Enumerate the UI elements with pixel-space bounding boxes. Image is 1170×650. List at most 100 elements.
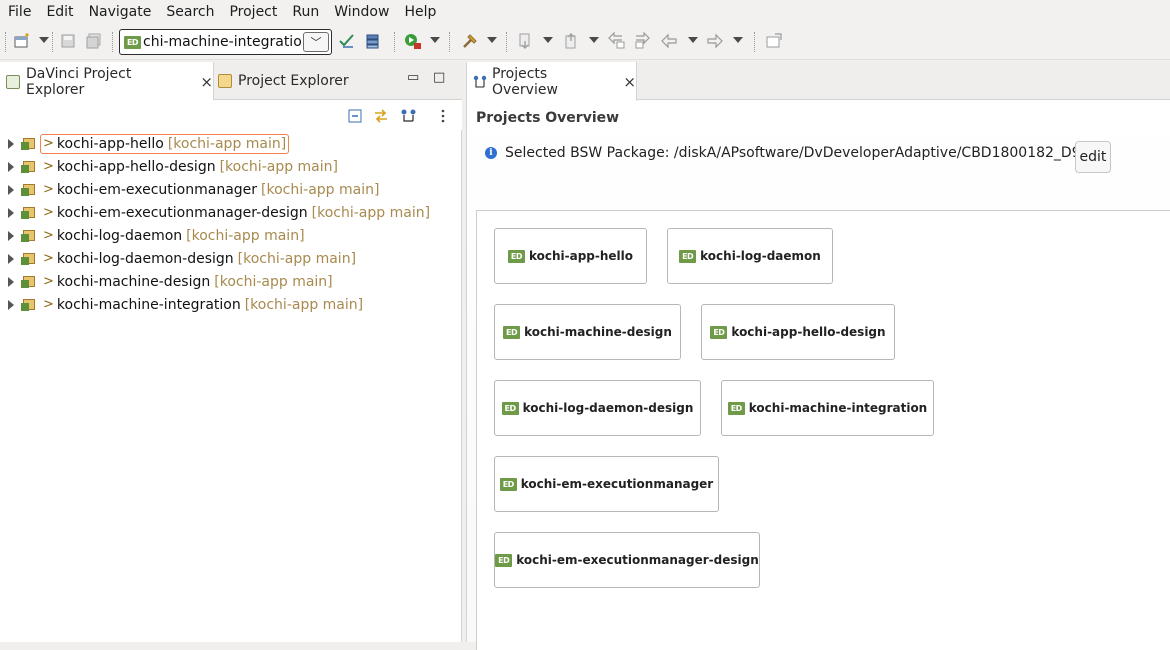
tree-item[interactable]: > kochi-em-executionmanager-design [koch… [0, 201, 460, 224]
git-prefix: > [43, 205, 54, 220]
forward-arrow-icon[interactable] [706, 32, 724, 50]
project-card[interactable]: ED kochi-machine-integration [721, 380, 934, 436]
collapse-all-icon[interactable] [347, 108, 363, 124]
project-icon [21, 182, 38, 198]
project-card[interactable]: ED kochi-em-executionmanager-design [494, 532, 760, 588]
previous-annotation-icon[interactable] [563, 32, 581, 50]
tree-item[interactable]: > kochi-app-hello [kochi-app main] [0, 132, 460, 155]
menu-run[interactable]: Run [284, 0, 319, 24]
tree-item-label-selected[interactable]: > kochi-app-hello [kochi-app main] [40, 133, 290, 154]
edit-button[interactable]: edit [1075, 141, 1111, 173]
save-icon[interactable] [59, 32, 77, 50]
expand-arrow-icon[interactable] [8, 253, 14, 264]
git-prefix: > [43, 136, 54, 151]
project-cards-area: ED kochi-app-hello ED kochi-log-daemon E… [476, 210, 1170, 650]
expand-arrow-icon[interactable] [8, 184, 14, 195]
tab-davinci-project-explorer[interactable]: DaVinci Project Explorer × [0, 62, 214, 101]
menu-navigate[interactable]: Navigate [81, 0, 152, 24]
right-tab-bar: Projects Overview × [467, 62, 1170, 101]
project-card-label: kochi-machine-integration [748, 401, 928, 415]
tree-item-label[interactable]: > kochi-machine-design [kochi-app main] [40, 272, 336, 292]
menu-project[interactable]: Project [221, 0, 277, 24]
new-icon[interactable] [13, 32, 31, 50]
project-card[interactable]: ED kochi-em-executionmanager [494, 456, 719, 512]
tree-item-label[interactable]: > kochi-em-executionmanager-design [koch… [40, 203, 433, 223]
project-tree: > kochi-app-hello [kochi-app main] > koc… [0, 132, 460, 316]
hammer-dropdown-arrow[interactable] [487, 37, 497, 43]
filter-tree-icon[interactable] [400, 108, 416, 124]
menu-help[interactable]: Help [396, 0, 436, 24]
menu-search[interactable]: Search [158, 0, 214, 24]
hammer-icon[interactable] [461, 32, 479, 50]
menu-file[interactable]: File [0, 0, 31, 24]
back-dropdown-arrow[interactable] [688, 37, 698, 43]
davinci-project-icon: ED [679, 249, 697, 263]
project-card-label: kochi-em-executionmanager [520, 477, 714, 491]
pin-editor-icon[interactable] [765, 32, 783, 50]
git-prefix: > [43, 228, 54, 243]
menu-edit[interactable]: Edit [38, 0, 73, 24]
tree-item-label[interactable]: > kochi-log-daemon [kochi-app main] [40, 226, 308, 246]
run-dropdown-arrow[interactable] [430, 37, 440, 43]
close-icon[interactable]: × [200, 73, 213, 91]
tab-project-explorer[interactable]: Project Explorer [218, 62, 368, 100]
tree-item-label[interactable]: > kochi-log-daemon-design [kochi-app mai… [40, 249, 359, 269]
expand-arrow-icon[interactable] [8, 207, 14, 218]
project-card[interactable]: ED kochi-app-hello-design [701, 304, 895, 360]
view-menu-icon[interactable] [435, 108, 451, 124]
tree-item-name: kochi-machine-design [56, 273, 211, 290]
tree-item[interactable]: > kochi-machine-integration [kochi-app m… [0, 293, 460, 316]
project-selector-combo[interactable]: ED chi-machine-integration ﹀ [119, 29, 332, 55]
forward-dropdown-arrow[interactable] [733, 37, 743, 43]
expand-arrow-icon[interactable] [8, 230, 14, 241]
tree-item-name: kochi-em-executionmanager [56, 181, 258, 198]
tree-item-label[interactable]: > kochi-machine-integration [kochi-app m… [40, 295, 366, 315]
tree-item-decoration: [kochi-app main] [186, 227, 305, 244]
generate-stack-icon[interactable] [364, 32, 382, 50]
expand-arrow-icon[interactable] [8, 138, 14, 149]
tree-item[interactable]: > kochi-log-daemon [kochi-app main] [0, 224, 460, 247]
last-edit-location-icon[interactable] [608, 32, 626, 50]
project-card[interactable]: ED kochi-log-daemon [667, 228, 833, 284]
tree-item-label[interactable]: > kochi-em-executionmanager [kochi-app m… [40, 180, 382, 200]
validate-check-icon[interactable] [338, 32, 356, 50]
project-icon [21, 251, 38, 267]
project-card-label: kochi-log-daemon-design [522, 401, 694, 415]
project-card[interactable]: ED kochi-machine-design [494, 304, 681, 360]
tree-item[interactable]: > kochi-log-daemon-design [kochi-app mai… [0, 247, 460, 270]
expand-arrow-icon[interactable] [8, 276, 14, 287]
davinci-project-explorer-panel: DaVinci Project Explorer × Project Explo… [0, 62, 462, 642]
tab-projects-overview[interactable]: Projects Overview × [467, 62, 637, 101]
projects-overview-content: Projects Overview i Selected BSW Package… [467, 101, 1170, 650]
toolbar-separator [112, 32, 113, 52]
tree-item[interactable]: > kochi-app-hello-design [kochi-app main… [0, 155, 460, 178]
save-all-icon[interactable] [85, 32, 103, 50]
explorer-toolbar [0, 100, 462, 130]
maximize-icon[interactable]: □ [433, 70, 445, 85]
next-annotation-icon[interactable] [517, 32, 535, 50]
minimize-icon[interactable]: ▭ [407, 70, 419, 85]
chevron-down-icon[interactable]: ﹀ [303, 32, 329, 52]
expand-arrow-icon[interactable] [8, 299, 14, 310]
menu-window[interactable]: Window [326, 0, 389, 24]
tab-project-explorer-label: Project Explorer [238, 73, 349, 89]
project-card[interactable]: ED kochi-log-daemon-design [494, 380, 701, 436]
project-icon [21, 228, 38, 244]
tree-item[interactable]: > kochi-em-executionmanager [kochi-app m… [0, 178, 460, 201]
link-with-editor-icon[interactable] [373, 108, 389, 124]
tree-item-decoration: [kochi-app main] [167, 135, 287, 152]
new-dropdown-arrow[interactable] [39, 37, 49, 43]
toolbar-separator [754, 32, 755, 52]
expand-arrow-icon[interactable] [8, 161, 14, 172]
project-card[interactable]: ED kochi-app-hello [494, 228, 647, 284]
tree-item[interactable]: > kochi-machine-design [kochi-app main] [0, 270, 460, 293]
forward-edit-location-icon[interactable] [634, 32, 652, 50]
previous-annotation-dropdown-arrow[interactable] [589, 37, 599, 43]
close-icon[interactable]: × [623, 73, 636, 91]
back-arrow-icon[interactable] [661, 32, 679, 50]
run-external-tool-icon[interactable] [403, 32, 421, 50]
next-annotation-dropdown-arrow[interactable] [543, 37, 553, 43]
davinci-project-icon: ED [495, 553, 513, 567]
page-title: Projects Overview [476, 110, 620, 126]
tree-item-label[interactable]: > kochi-app-hello-design [kochi-app main… [40, 157, 341, 177]
